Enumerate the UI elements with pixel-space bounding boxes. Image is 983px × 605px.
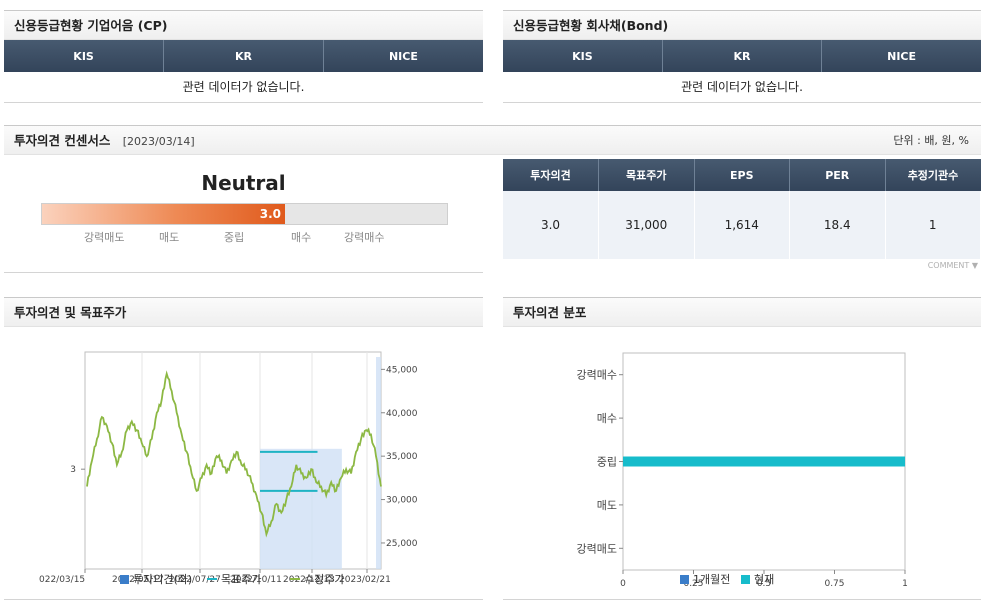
consensus-title: 투자의견 컨센서스	[14, 133, 111, 148]
opinion-gauge: Neutral 3.0 강력매도 매도 중립 매수 강력매수	[4, 155, 483, 273]
scale-strong-sell: 강력매도	[84, 231, 125, 244]
header-target-price: 목표주가	[598, 159, 695, 191]
legend-current-label: 현재	[754, 573, 775, 586]
legend-month-ago: 1개월전	[680, 571, 730, 587]
y-right-tick-label: 30,000	[386, 496, 418, 506]
y-right-tick-label: 25,000	[386, 539, 418, 549]
credit-cp-title: 신용등급현황 기업어음 (CP)	[4, 10, 483, 40]
legend-current: 현재	[741, 571, 774, 587]
opinion-chart-title: 투자의견 및 목표주가	[4, 297, 483, 327]
bar-current	[623, 456, 905, 467]
col-nice: NICE	[323, 40, 483, 72]
legend-current-swatch	[741, 574, 750, 584]
category-label: 매수	[597, 412, 617, 425]
scale-buy: 매수	[291, 231, 312, 244]
credit-cp-panel: 신용등급현황 기업어음 (CP) KIS KR NICE 관련 데이터가 없습니…	[4, 10, 483, 103]
legend-month-ago-swatch	[680, 574, 689, 584]
y-right-tick-label: 35,000	[386, 452, 418, 462]
col-kr: KR	[163, 40, 324, 72]
col-kr: KR	[662, 40, 823, 72]
col-nice: NICE	[821, 40, 981, 72]
credit-cp-no-data: 관련 데이터가 없습니다.	[4, 72, 483, 103]
value-eps: 1,614	[694, 191, 790, 259]
value-institutions: 1	[885, 191, 981, 259]
legend-price-swatch	[290, 578, 300, 580]
category-label: 매도	[597, 499, 617, 512]
credit-cp-table: KIS KR NICE	[4, 40, 483, 72]
category-label: 중립	[597, 456, 617, 469]
y-left-tick-label: 3	[70, 465, 76, 475]
col-kis: KIS	[4, 40, 165, 72]
value-target-price: 31,000	[598, 191, 695, 259]
y-right-tick-label: 40,000	[386, 409, 418, 419]
category-label: 강력매수	[577, 369, 617, 382]
consensus-date: [2023/03/14]	[122, 135, 195, 148]
category-label: 강력매도	[577, 542, 617, 555]
credit-bond-title: 신용등급현황 회사채(Bond)	[503, 10, 981, 40]
distribution-title: 투자의견 분포	[503, 297, 981, 327]
consensus-title-bar: 투자의견 컨센서스 [2023/03/14] 단위 : 배, 원, %	[4, 125, 981, 155]
scale-sell: 매도	[159, 231, 180, 244]
credit-bond-table: KIS KR NICE	[503, 40, 981, 72]
opinion-bar	[260, 448, 342, 569]
header-opinion: 투자의견	[503, 159, 599, 191]
consensus-panel: 투자의견 컨센서스 [2023/03/14] 단위 : 배, 원, % Neut…	[4, 125, 981, 275]
y-right-tick-label: 45,000	[386, 365, 418, 375]
x-tick-label: 1	[902, 579, 908, 589]
scale-strong-buy: 강력매수	[344, 231, 385, 244]
value-per: 18.4	[789, 191, 886, 259]
x-tick-label: 022/03/15	[39, 575, 85, 585]
opinion-chart-panel: 투자의견 및 목표주가 45,000 40,000 35,000 30,000 25,0…	[4, 297, 483, 600]
credit-bond-panel: 신용등급현황 회사채(Bond) KIS KR NICE 관련 데이터가 없습니…	[503, 10, 981, 103]
x-tick-label: 0	[620, 579, 626, 589]
comment-toggle[interactable]: COMMENT ▼	[928, 261, 978, 270]
header-institutions: 추정기관수	[885, 159, 981, 191]
consensus-table: 투자의견 목표주가 EPS PER 추정기관수 3.0 31,000 1,614…	[503, 159, 981, 259]
legend-opinion: 투자의견(좌)	[120, 571, 192, 587]
unit-label: 단위 : 배, 원, %	[893, 134, 969, 147]
legend-month-ago-label: 1개월전	[693, 573, 731, 586]
header-per: PER	[789, 159, 886, 191]
credit-bond-no-data: 관련 데이터가 없습니다.	[503, 72, 981, 103]
value-opinion: 3.0	[503, 191, 599, 259]
consensus-table-wrap: 투자의견 목표주가 EPS PER 추정기관수 3.0 31,000 1,614…	[503, 159, 981, 259]
header-eps: EPS	[694, 159, 790, 191]
scale-neutral: 중립	[224, 231, 245, 244]
gauge-track: 3.0	[41, 203, 448, 225]
legend-target: 목표주가	[207, 571, 261, 587]
legend-price: 수정주가	[290, 571, 344, 587]
legend-target-label: 목표주가	[221, 573, 262, 586]
legend-opinion-swatch	[120, 574, 129, 584]
x-tick-label: 2023/02/21	[339, 575, 391, 585]
col-kis: KIS	[503, 40, 663, 72]
legend-target-swatch	[207, 578, 217, 580]
legend-price-label: 수정주가	[304, 573, 345, 586]
distribution-chart: 강력매수매수중립매도강력매도0 0.25 0.5 0.75 1	[577, 352, 908, 589]
distribution-panel: 투자의견 분포 강력매수 매수 중립 매도 강력매도 0 0.25 0.5 0.75 1 1개월전…	[503, 297, 981, 600]
legend-opinion-label: 투자의견(좌)	[133, 573, 193, 586]
gauge-score: 3.0	[259, 207, 281, 221]
x-tick-label: 0.75	[824, 579, 844, 589]
gauge-fill: 3.0	[42, 204, 285, 224]
opinion-text: Neutral	[201, 171, 286, 195]
opinion-chart: 45,000 40,000 35,000 30,000 25,000 3 022/03/15…	[39, 351, 418, 585]
